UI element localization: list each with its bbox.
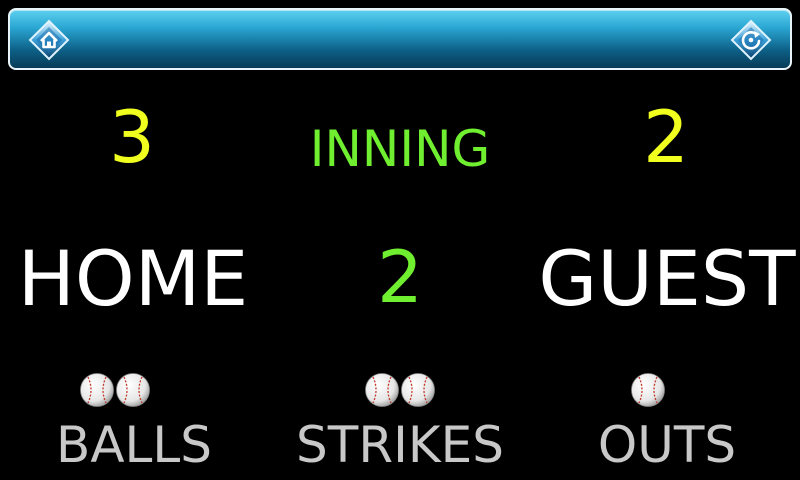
baseball-icon bbox=[630, 372, 666, 408]
scoreboard-screen: 3 INNING 2 HOME 2 GUEST BALLS STRIKES OU… bbox=[0, 0, 800, 480]
baseball-icon bbox=[400, 372, 436, 408]
home-icon[interactable] bbox=[28, 19, 70, 61]
inning-label: INNING bbox=[309, 120, 491, 178]
top-bar bbox=[8, 8, 792, 70]
home-score[interactable]: 3 bbox=[82, 101, 182, 173]
home-team-label: HOME bbox=[17, 234, 249, 323]
balls-label: BALLS bbox=[56, 416, 212, 474]
guest-team-label: GUEST bbox=[538, 234, 796, 323]
baseball-icon bbox=[364, 372, 400, 408]
inning-value[interactable]: 2 bbox=[350, 241, 450, 313]
strikes-indicator[interactable] bbox=[355, 372, 445, 408]
outs-indicator[interactable] bbox=[612, 372, 684, 408]
baseball-icon bbox=[115, 372, 151, 408]
baseball-icon bbox=[79, 372, 115, 408]
strikes-label: STRIKES bbox=[296, 416, 504, 474]
balls-indicator[interactable] bbox=[70, 372, 160, 408]
guest-score[interactable]: 2 bbox=[616, 101, 716, 173]
reset-icon[interactable] bbox=[730, 19, 772, 61]
outs-label: OUTS bbox=[597, 416, 737, 474]
